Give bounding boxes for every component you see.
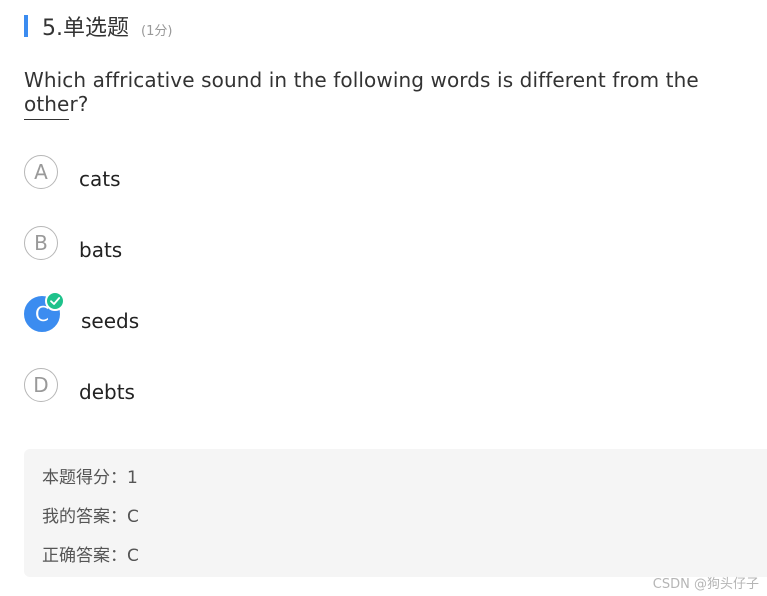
option-letter-circle-selected[interactable]: C xyxy=(24,291,65,332)
option-letter-circle[interactable]: D xyxy=(24,368,58,402)
option-letter-circle[interactable]: B xyxy=(24,226,58,260)
option-text: seeds xyxy=(81,309,140,333)
result-panel: 本题得分：1 我的答案：C 正确答案：C xyxy=(24,449,767,577)
option-letter: A xyxy=(34,160,48,184)
option-text: cats xyxy=(79,167,121,191)
header-accent-bar xyxy=(24,15,28,37)
my-answer: 我的答案：C xyxy=(42,507,139,527)
option-c[interactable]: C seeds xyxy=(24,291,140,333)
score-result: 本题得分：1 xyxy=(42,468,138,488)
option-text: debts xyxy=(79,380,135,404)
option-b[interactable]: B bats xyxy=(24,224,122,262)
quiz-page: 5.单选题 (1分) Which affricative sound in th… xyxy=(0,0,767,596)
question-title: 5.单选题 xyxy=(42,16,129,41)
correct-check-icon xyxy=(45,291,65,311)
question-text: Which affricative sound in the following… xyxy=(24,68,699,116)
option-a[interactable]: A cats xyxy=(24,153,121,191)
option-letter: D xyxy=(33,373,49,397)
option-text: bats xyxy=(79,238,123,262)
csdn-watermark: CSDN @狗头仔子 xyxy=(652,577,759,592)
answer-blank-line xyxy=(24,119,69,120)
option-letter-circle[interactable]: A xyxy=(24,155,58,189)
option-letter: B xyxy=(34,231,48,255)
option-d[interactable]: D debts xyxy=(24,366,135,404)
correct-answer: 正确答案：C xyxy=(42,546,139,566)
question-header: 5.单选题 (1分) xyxy=(24,11,172,41)
question-score: (1分) xyxy=(141,23,173,39)
